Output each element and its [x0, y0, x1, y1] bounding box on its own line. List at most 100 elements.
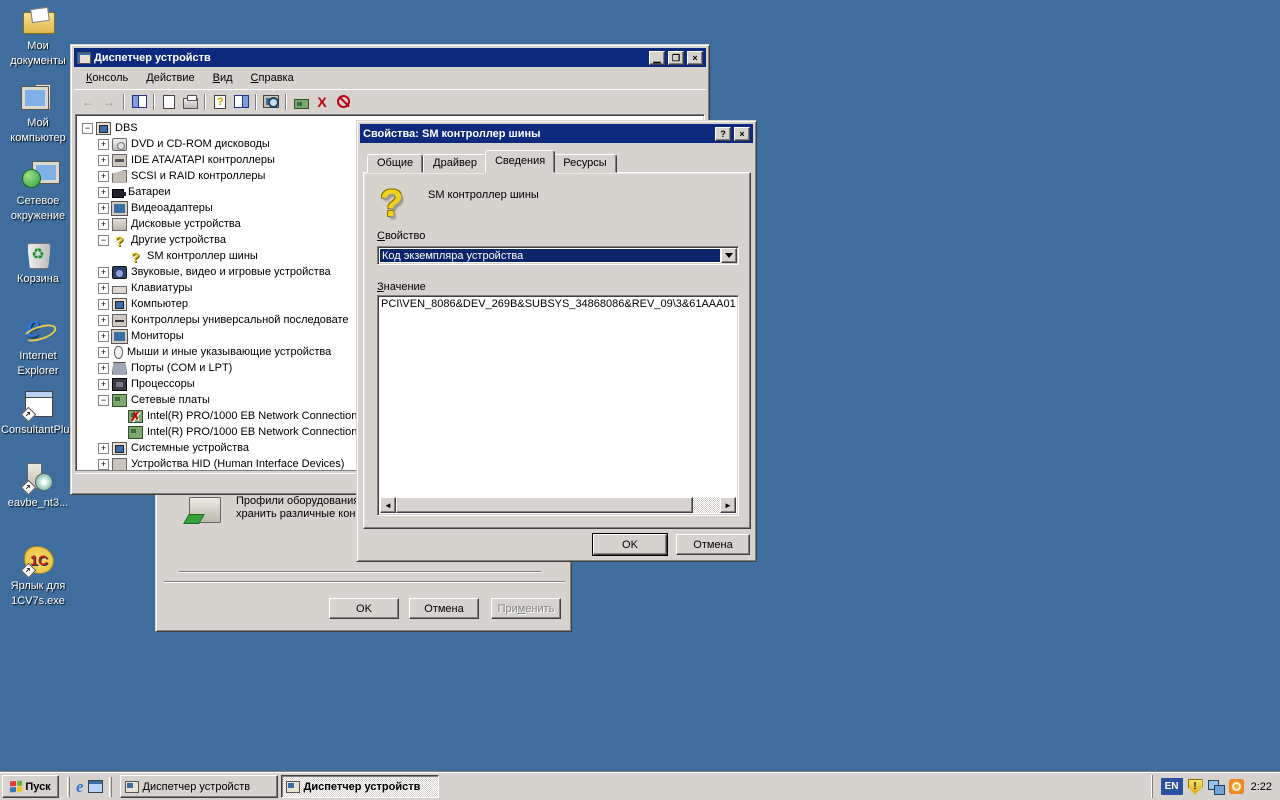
expand-icon[interactable]: + [98, 315, 109, 326]
toolbar-separator [285, 94, 287, 110]
properties-icon[interactable] [159, 92, 179, 112]
sysprops-apply-button[interactable]: Применить [491, 598, 561, 619]
expand-icon[interactable]: + [98, 219, 109, 230]
horizontal-scrollbar[interactable]: ◄ ► [380, 497, 736, 513]
back-icon[interactable]: ← [78, 92, 98, 112]
scroll-right-icon[interactable]: ► [720, 497, 736, 513]
scan-hardware-icon[interactable] [261, 92, 281, 112]
disable-icon[interactable] [333, 92, 353, 112]
tab-драйвер[interactable]: Драйвер [423, 154, 487, 173]
taskbar-button-device-manager[interactable]: Диспетчер устройств [281, 775, 439, 798]
sm-dialog-titlebar[interactable]: Свойства: SM контроллер шины ? × [360, 124, 753, 143]
taskbar-button-device-manager[interactable]: Диспетчер устройств [120, 775, 278, 798]
show-tree-icon[interactable] [129, 92, 149, 112]
cpu-icon [112, 378, 127, 391]
forward-icon[interactable]: → [99, 92, 119, 112]
desktop-icon-label: Корзина [0, 273, 76, 285]
tree-item-label: Другие устройства [131, 234, 226, 246]
desktop-icon-recycle-bin[interactable]: Корзина [0, 237, 76, 285]
desktop-icon-my-documents[interactable]: Мои документы [0, 4, 76, 67]
tab-ресурсы[interactable]: Ресурсы [553, 154, 616, 173]
quicklaunch-handle[interactable] [67, 777, 70, 797]
expand-icon[interactable]: + [98, 155, 109, 166]
expand-icon[interactable]: + [98, 203, 109, 214]
start-button[interactable]: Пуск [2, 775, 59, 798]
value-label: Значение [377, 281, 426, 293]
tree-item-label: Устройства HID (Human Interface Devices) [131, 458, 344, 470]
sysprops-ok-button[interactable]: OK [329, 598, 399, 619]
expand-icon[interactable]: + [98, 299, 109, 310]
expand-icon[interactable]: + [98, 139, 109, 150]
value-box[interactable]: PCI\VEN_8086&DEV_269B&SUBSYS_34868086&RE… [377, 295, 739, 516]
agent-orange-icon[interactable] [1229, 779, 1244, 794]
expand-icon[interactable]: + [98, 283, 109, 294]
qmark-icon [128, 250, 143, 263]
taskband-handle[interactable] [109, 777, 112, 797]
tree-item-label: Видеоадаптеры [131, 202, 213, 214]
desktop-icon-internet-explorer[interactable]: InternetExplorer [0, 314, 76, 377]
windows-logo-icon [10, 781, 22, 793]
scrollbar-thumb[interactable] [396, 497, 693, 513]
expand-icon[interactable]: + [98, 187, 109, 198]
show-panel-icon[interactable] [231, 92, 251, 112]
tray-clock: 2:22 [1249, 781, 1272, 793]
update-driver-icon[interactable] [291, 92, 311, 112]
network-status-icon[interactable] [1208, 780, 1224, 794]
menu-справка[interactable]: Справка [243, 70, 302, 86]
property-combobox[interactable]: Код экземпляра устройства [377, 246, 739, 265]
desktop-icon-consultantplus[interactable]: ConsultantPlus [0, 388, 76, 436]
desktop-icon-label: документы [0, 55, 76, 67]
maximize-button[interactable]: ❒ [668, 51, 684, 65]
desktop-icon-label: Explorer [0, 365, 76, 377]
close-button[interactable]: × [687, 51, 703, 65]
menu-действие[interactable]: Действие [138, 70, 202, 86]
collapse-icon[interactable]: − [82, 123, 93, 134]
show-desktop-icon[interactable] [88, 780, 103, 793]
expand-icon[interactable]: + [98, 267, 109, 278]
language-indicator[interactable]: EN [1161, 778, 1183, 795]
device-manager-icon [125, 781, 139, 793]
netcard-icon [128, 426, 143, 439]
menu-вид[interactable]: Вид [205, 70, 241, 86]
ok-button[interactable]: OK [593, 534, 667, 555]
scroll-left-icon[interactable]: ◄ [380, 497, 396, 513]
1c-icon [21, 544, 55, 577]
expand-icon[interactable]: + [98, 363, 109, 374]
collapse-icon[interactable]: − [98, 235, 109, 246]
expand-icon[interactable]: + [98, 331, 109, 342]
cancel-button[interactable]: Отмена [676, 534, 750, 555]
sm-properties-dialog: Свойства: SM контроллер шины ? × ОбщиеДр… [356, 120, 757, 562]
desktop-icon-eavbe-nt3[interactable]: eavbe_nt3... [0, 461, 76, 509]
tab-общие[interactable]: Общие [367, 154, 423, 173]
security-shield-icon[interactable]: ! [1188, 779, 1203, 795]
toolbar: ←→ X [74, 89, 706, 113]
close-icon[interactable]: × [734, 127, 750, 141]
desktop-icon-label: Мои [0, 40, 76, 52]
desktop-icon-my-computer[interactable]: Мойкомпьютер [0, 81, 76, 144]
help-button[interactable]: ? [715, 127, 731, 141]
expand-icon[interactable]: + [98, 347, 109, 358]
print-icon[interactable] [180, 92, 200, 112]
ie-quicklaunch-icon[interactable]: e [76, 779, 84, 795]
device-manager-titlebar[interactable]: Диспетчер устройств ▁ ❒ × [74, 48, 706, 67]
collapse-icon[interactable]: − [98, 395, 109, 406]
desktop-icon-label: ConsultantPlus [0, 424, 76, 436]
help-icon[interactable] [210, 92, 230, 112]
tree-item-label: Звуковые, видео и игровые устройства [131, 266, 331, 278]
expand-icon[interactable]: + [98, 459, 109, 470]
hardware-profiles-text: Профили оборудования хранить различные к… [236, 495, 359, 521]
tab-сведения[interactable]: Сведения [485, 150, 555, 173]
sysprops-cancel-button[interactable]: Отмена [409, 598, 479, 619]
network-globe-icon [21, 159, 55, 192]
desktop-icon-shortcut-1cv7s[interactable]: Ярлык для1CV7s.exe [0, 544, 76, 607]
minimize-button[interactable]: ▁ [649, 51, 665, 65]
expand-icon[interactable]: + [98, 443, 109, 454]
expand-icon[interactable]: + [98, 379, 109, 390]
tree-item-label: Дисковые устройства [131, 218, 241, 230]
menu-консоль[interactable]: Консоль [78, 70, 136, 86]
combobox-dropdown-button[interactable] [721, 248, 737, 263]
uninstall-icon[interactable]: X [312, 92, 332, 112]
scrollbar-track[interactable] [396, 497, 720, 513]
desktop-icon-network-places[interactable]: Сетевоеокружение [0, 159, 76, 222]
expand-icon[interactable]: + [98, 171, 109, 182]
